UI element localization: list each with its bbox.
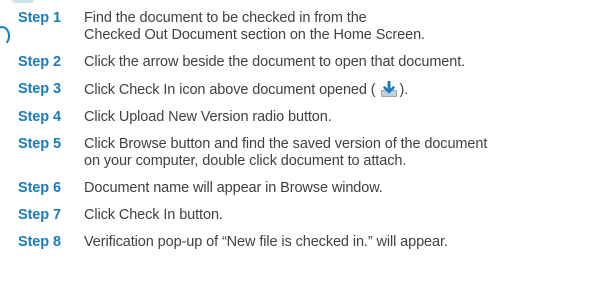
header-tab-fragment bbox=[12, 0, 34, 3]
step-line: Click the arrow beside the document to o… bbox=[84, 54, 466, 70]
step-label: Step 6 bbox=[18, 180, 61, 196]
step-line: Verification pop-up of “New file is chec… bbox=[84, 234, 448, 250]
step-4: Step 4 Click Upload New Version radio bu… bbox=[18, 109, 614, 126]
step-text: Click Check In icon above document opene… bbox=[84, 81, 614, 99]
step-label: Step 1 bbox=[18, 10, 61, 26]
step-label: Step 5 bbox=[18, 136, 61, 152]
step-line: Document name will appear in Browse wind… bbox=[84, 180, 383, 196]
step-text: Click Browse button and find the saved v… bbox=[84, 136, 614, 170]
step-label: Step 3 bbox=[18, 81, 61, 97]
step-line: Find the document to be checked in from … bbox=[84, 10, 367, 26]
instruction-steps: Step 1 Find the document to be checked i… bbox=[18, 10, 614, 261]
step-label: Step 2 bbox=[18, 54, 61, 70]
step-label: Step 8 bbox=[18, 234, 61, 250]
step-line: Click Upload New Version radio button. bbox=[84, 109, 332, 125]
step-text: Click the arrow beside the document to o… bbox=[84, 54, 614, 71]
step-1: Step 1 Find the document to be checked i… bbox=[18, 10, 614, 44]
step-label: Step 7 bbox=[18, 207, 61, 223]
step-8: Step 8 Verification pop-up of “New file … bbox=[18, 234, 614, 251]
step-6: Step 6 Document name will appear in Brow… bbox=[18, 180, 614, 197]
check-in-icon bbox=[381, 81, 398, 97]
step-text: Find the document to be checked in from … bbox=[84, 10, 614, 44]
step-text: Document name will appear in Browse wind… bbox=[84, 180, 614, 197]
step-text: Click Upload New Version radio button. bbox=[84, 109, 614, 126]
step-label: Step 4 bbox=[18, 109, 61, 125]
step-line: on your computer, double click document … bbox=[84, 153, 407, 169]
step-5: Step 5 Click Browse button and find the … bbox=[18, 136, 614, 170]
step-line: Click Browse button and find the saved v… bbox=[84, 136, 488, 152]
step-text: Verification pop-up of “New file is chec… bbox=[84, 234, 614, 251]
step-7: Step 7 Click Check In button. bbox=[18, 207, 614, 224]
step-line: Click Check In icon above document opene… bbox=[84, 81, 614, 99]
step-3: Step 3 Click Check In icon above documen… bbox=[18, 81, 614, 99]
left-edge-decoration bbox=[0, 26, 10, 46]
step-text-after-icon: ). bbox=[399, 82, 409, 98]
step-line: Click Check In button. bbox=[84, 207, 223, 223]
step-line: Checked Out Document section on the Home… bbox=[84, 27, 425, 43]
step-text-before-icon: Click Check In icon above document opene… bbox=[84, 82, 376, 98]
step-text: Click Check In button. bbox=[84, 207, 614, 224]
step-2: Step 2 Click the arrow beside the docume… bbox=[18, 54, 614, 71]
